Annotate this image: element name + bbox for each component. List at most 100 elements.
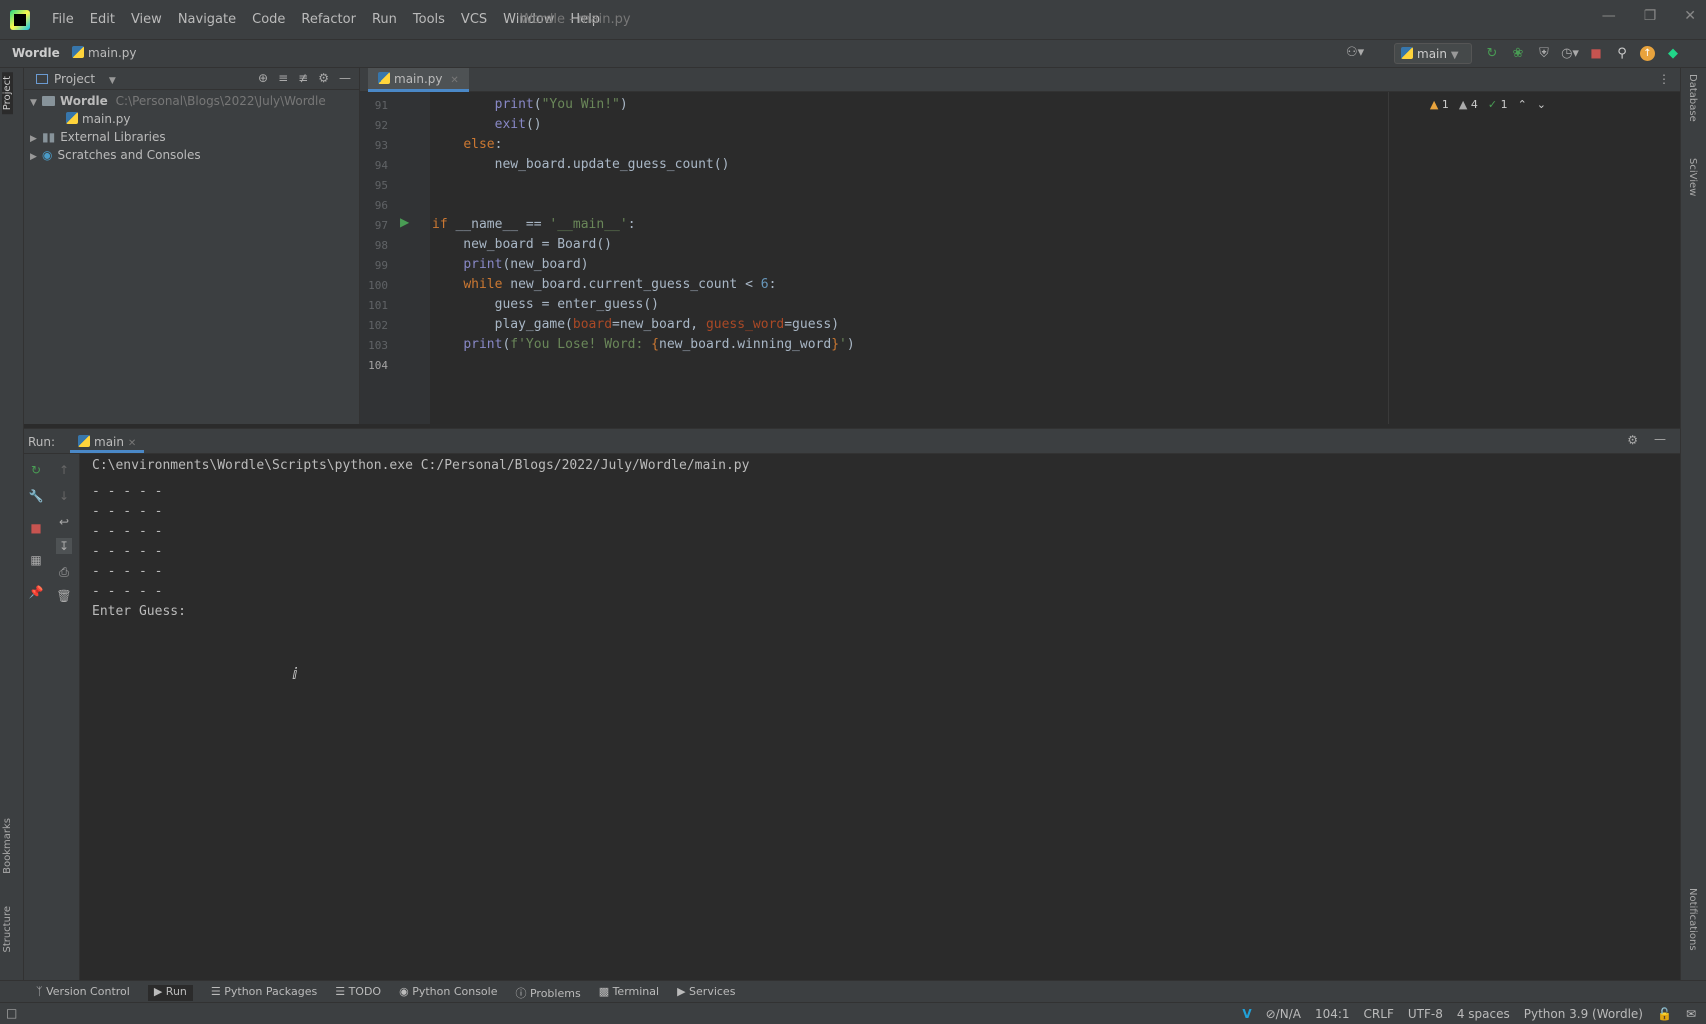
rerun-icon[interactable]: ↻ [28,462,44,478]
menu-refactor[interactable]: Refactor [293,12,364,27]
layout-icon[interactable]: ▦ [28,552,44,568]
search-icon[interactable]: ⚲ [1614,45,1630,61]
status-interpreter[interactable]: Python 3.9 (Wordle) [1524,1007,1643,1021]
up-arrow-icon[interactable]: ↑ [56,462,72,478]
status-vcs[interactable]: ⊘/N/A [1266,1007,1301,1021]
expand-all-icon[interactable]: ≡ [278,71,288,85]
next-highlight-icon[interactable]: ⌄ [1537,98,1546,111]
warning-count[interactable]: ▲ 1 [1430,98,1449,111]
breadcrumb-project[interactable]: Wordle [12,46,60,60]
tree-item-scratches[interactable]: ▶ ◉ Scratches and Consoles [30,148,201,162]
user-icon[interactable]: ⚇▾ [1346,45,1364,60]
tree-item-main-py[interactable]: main.py [66,112,131,126]
close-tab-icon[interactable]: ✕ [450,75,458,86]
debug-icon[interactable]: ❀ [1510,45,1526,61]
code-line: new_board = Board() [432,237,613,252]
status-position[interactable]: 104:1 [1315,1007,1350,1021]
toggle-tool-windows-icon[interactable]: □ [6,1006,17,1020]
vim-icon[interactable]: V [1242,1007,1251,1021]
menu-code[interactable]: Code [244,12,293,27]
gear-icon[interactable]: ⚙ [318,71,329,85]
run-gutter-icon[interactable]: ▶ [400,215,409,229]
coverage-icon[interactable]: ⛨ [1536,45,1552,61]
tool-window-buttons: ᛉ Version Control ▶ Run ☰ Python Package… [36,985,735,1001]
collapse-all-icon[interactable]: ≢ [298,71,308,85]
pin-icon[interactable]: 📌 [28,584,44,600]
print-icon[interactable]: ⎙ [56,564,72,580]
close-icon[interactable]: ✕ [1684,8,1696,24]
restore-icon[interactable]: ❐ [1644,8,1657,24]
tool-services[interactable]: ▶ Services [677,985,735,1001]
tool-python-console[interactable]: ◉ Python Console [399,985,497,1001]
weak-warning-count[interactable]: ▲ 4 [1459,98,1478,111]
bookmarks-tool-tab[interactable]: Bookmarks [2,818,13,874]
console-prompt: Enter Guess: [92,604,186,619]
notifications-icon[interactable]: ✉ [1686,1007,1696,1021]
inspection-widget[interactable]: ▲ 1 ▲ 4 ✓ 1 ⌃ ⌄ [1430,98,1546,111]
project-view-select[interactable]: Project ▼ [36,72,116,86]
hide-icon[interactable]: — [339,71,351,85]
run-configuration-select[interactable]: main ▼ [1394,43,1472,64]
menu-navigate[interactable]: Navigate [170,12,244,27]
more-tabs-icon[interactable]: ⋮ [1658,72,1670,86]
previous-highlight-icon[interactable]: ⌃ [1518,98,1527,111]
tree-root-name: Wordle [60,94,108,108]
run-console-output[interactable]: C:\environments\Wordle\Scripts\python.ex… [80,454,1680,980]
stop-icon[interactable]: ■ [1588,45,1604,61]
typo-count[interactable]: ✓ 1 [1488,98,1508,111]
rerun-icon[interactable]: ↻ [1484,45,1500,61]
tool-label: Terminal [612,985,660,998]
soft-wrap-icon[interactable]: ↩ [56,514,72,530]
plugin-icon[interactable]: ◆ [1665,45,1681,61]
wrench-icon[interactable]: 🔧 [28,488,44,504]
menu-run[interactable]: Run [364,12,405,27]
down-arrow-icon[interactable]: ↓ [56,488,72,504]
menu-edit[interactable]: Edit [82,12,123,27]
gear-icon[interactable]: ⚙ [1627,433,1638,447]
status-encoding[interactable]: UTF-8 [1408,1007,1443,1021]
structure-tool-tab[interactable]: Structure [2,906,13,953]
run-tab-main[interactable]: main ✕ [70,431,145,453]
tree-root-wordle[interactable]: ▼ Wordle C:\Personal\Blogs\2022\July\Word… [30,94,326,108]
stop-icon[interactable]: ■ [28,520,44,536]
tool-problems[interactable]: ⓘ Problems [515,985,580,1001]
sciview-tool-tab[interactable]: SciView [1687,158,1698,196]
project-tool-tab[interactable]: Project [2,72,13,115]
code-editor[interactable]: 91 92 93 94 95 96 97 98 99 100 101 102 1… [360,92,1680,424]
scroll-to-end-icon[interactable]: ↧ [56,538,72,554]
menu-view[interactable]: View [123,12,170,27]
tool-python-packages[interactable]: ☰ Python Packages [211,985,317,1001]
minimize-icon[interactable]: — [1602,8,1616,24]
status-indent[interactable]: 4 spaces [1457,1007,1510,1021]
menu-vcs[interactable]: VCS [453,12,495,27]
tool-todo[interactable]: ☰ TODO [335,985,381,1001]
breadcrumb-file[interactable]: main.py [72,46,137,60]
database-tool-tab[interactable]: Database [1687,74,1698,122]
locate-icon[interactable]: ⊕ [258,71,268,85]
menu-tools[interactable]: Tools [405,12,453,27]
tool-run[interactable]: ▶ Run [147,985,193,1001]
editor-tab-label: main.py [394,72,443,86]
tool-version-control[interactable]: ᛉ Version Control [36,985,130,1001]
run-config-label: main [1417,47,1447,61]
tree-item-external-libraries[interactable]: ▶ ▮▮ External Libraries [30,130,166,144]
left-tool-stripe: Project Bookmarks Structure [0,68,24,980]
chevron-down-icon: ▼ [1450,50,1459,61]
menu-file[interactable]: File [44,12,82,27]
editor-tab-main-py[interactable]: main.py ✕ [368,68,469,92]
lock-icon[interactable]: 🔓 [1657,1007,1672,1021]
run-icon: ▶ [153,985,166,998]
chevron-right-icon: ▶ [30,152,37,162]
hide-icon[interactable]: — [1654,432,1666,446]
tool-terminal[interactable]: ▩ Terminal [599,985,659,1001]
navigation-bar: Wordle main.py ⚇▾ main ▼ ↻ ❀ ⛨ ◷▾ ■ ⚲ ↑ … [0,40,1706,68]
status-line-separator[interactable]: CRLF [1364,1007,1394,1021]
trash-icon[interactable]: 🗑 [56,588,72,604]
code-line: else: [463,137,503,152]
close-tab-icon[interactable]: ✕ [128,438,136,449]
update-icon[interactable]: ↑ [1640,45,1655,61]
notifications-tool-tab[interactable]: Notifications [1687,888,1698,951]
profile-icon[interactable]: ◷▾ [1561,45,1579,61]
code-line: print(new_board) [463,257,589,272]
tool-label: Python Console [412,985,498,998]
